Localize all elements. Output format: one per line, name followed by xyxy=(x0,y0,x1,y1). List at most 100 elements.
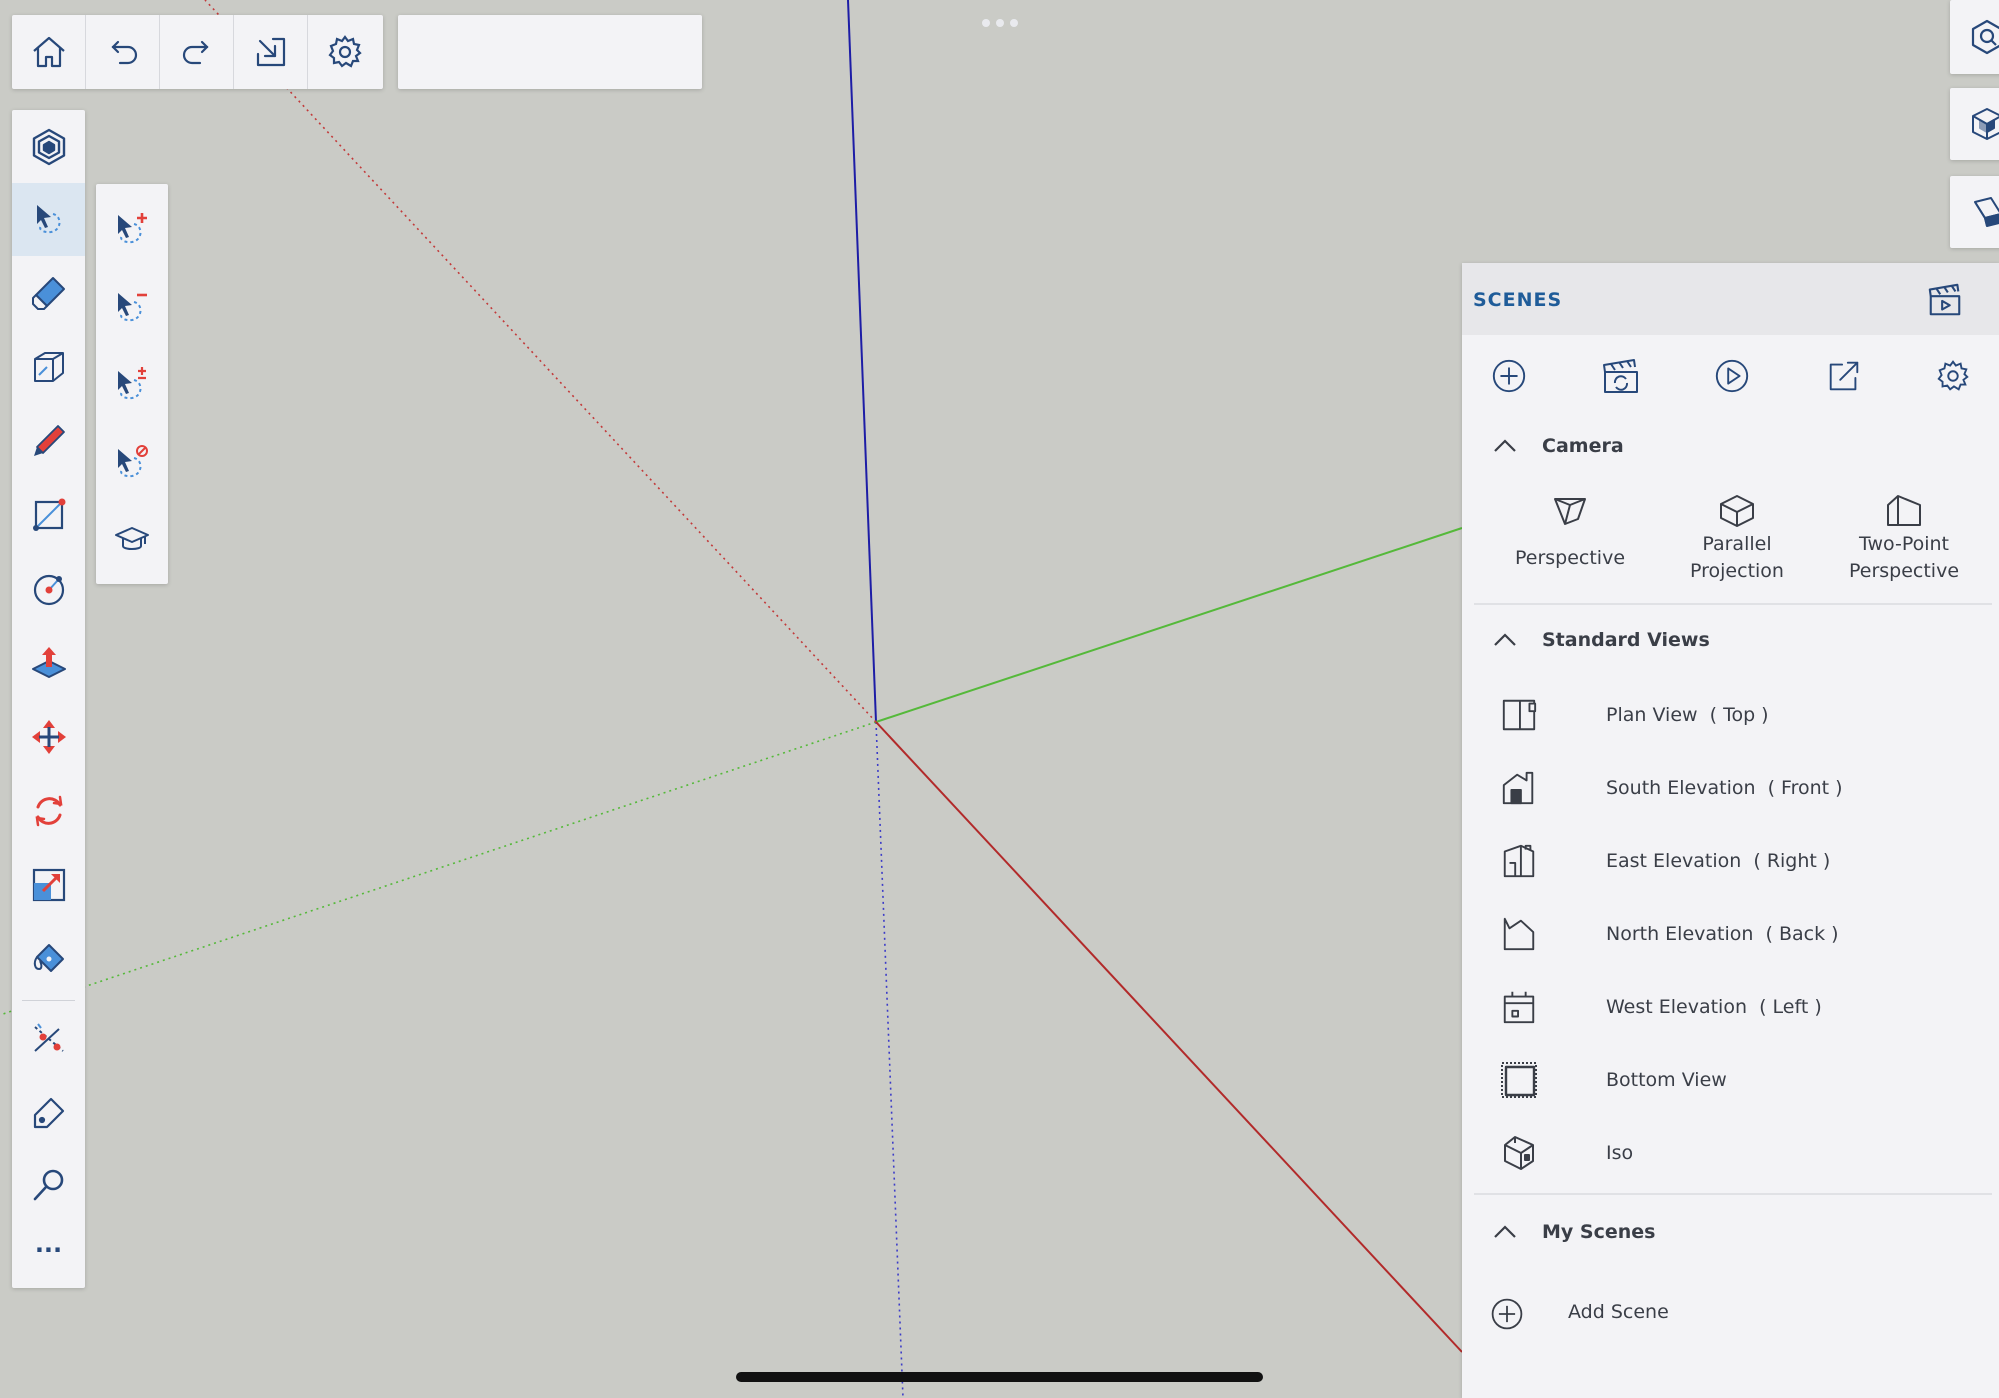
south-elevation-row[interactable]: South Elevation ( Front ) xyxy=(1462,758,1999,818)
select-tool-button[interactable] xyxy=(12,184,85,256)
bottom-view-row[interactable]: Bottom View xyxy=(1462,1050,1999,1110)
section-plane-button[interactable] xyxy=(12,1004,85,1074)
iso-view-row[interactable]: Iso xyxy=(1462,1123,1999,1183)
y-axis-positive xyxy=(875,527,1463,723)
view-navigation-button[interactable] xyxy=(1950,0,1999,74)
east-elevation-row[interactable]: East Elevation ( Right ) xyxy=(1462,831,1999,891)
parallel-projection-label-line2: Projection xyxy=(1690,560,1784,582)
scene-settings-button[interactable] xyxy=(1928,351,1978,401)
select-toggle-button[interactable] xyxy=(96,348,168,418)
home-icon xyxy=(32,36,65,68)
z-axis-positive xyxy=(847,0,877,723)
object-info-icon xyxy=(32,128,65,166)
search-icon xyxy=(33,1169,63,1201)
north-elevation-label: North Elevation ( Back ) xyxy=(1606,923,1839,945)
search-box[interactable] xyxy=(398,15,702,89)
select-add-button[interactable] xyxy=(96,192,168,262)
scenes-panel-button[interactable] xyxy=(1925,280,1965,320)
y-axis-negative xyxy=(0,721,877,1016)
standard-views-section-header[interactable]: Standard Views xyxy=(1490,620,1710,660)
add-scene-action-button[interactable] xyxy=(1484,351,1534,401)
east-elevation-label: East Elevation ( Right ) xyxy=(1606,850,1831,872)
instructor-icon xyxy=(115,527,149,550)
rotate-tool-button[interactable] xyxy=(12,776,85,846)
standard-views-section-label: Standard Views xyxy=(1542,629,1710,651)
z-axis-negative xyxy=(875,721,904,1398)
export-scene-button[interactable] xyxy=(1819,351,1869,401)
redo-icon xyxy=(182,40,209,65)
select-icon xyxy=(36,205,60,234)
object-info-button[interactable] xyxy=(12,112,85,182)
plan-view-row[interactable]: Plan View ( Top ) xyxy=(1462,685,1999,745)
scale-tool-button[interactable] xyxy=(12,850,85,920)
north-elevation-row[interactable]: North Elevation ( Back ) xyxy=(1462,904,1999,964)
scenes-header: SCENES xyxy=(1462,263,1999,335)
parallel-projection-option[interactable]: Parallel Projection xyxy=(1652,491,1822,591)
circle-tool-button[interactable] xyxy=(12,554,85,624)
rectangle-tool-button[interactable] xyxy=(12,480,85,550)
paint-bucket-button[interactable] xyxy=(12,924,85,994)
perspective-option[interactable]: Perspective xyxy=(1485,491,1655,591)
left-toolbar-tools: ··· xyxy=(12,110,85,1288)
tag-tool-button[interactable] xyxy=(12,1078,85,1148)
bottom-view-label: Bottom View xyxy=(1606,1069,1727,1091)
perspective-label: Perspective xyxy=(1514,547,1626,569)
toolbar-separator xyxy=(22,1000,75,1001)
south-elevation-icon xyxy=(1502,771,1534,805)
select-none-button[interactable] xyxy=(96,426,168,496)
home-indicator[interactable] xyxy=(736,1372,1263,1382)
pencil-tool-button[interactable] xyxy=(12,406,85,476)
move-icon xyxy=(31,720,66,754)
gear-icon xyxy=(1937,360,1969,391)
scenes-title: SCENES xyxy=(1473,289,1563,311)
push-pull-button[interactable] xyxy=(12,628,85,698)
grabber-handle[interactable] xyxy=(982,18,1018,28)
x-axis-positive xyxy=(875,721,1463,1353)
west-elevation-label: West Elevation ( Left ) xyxy=(1606,996,1822,1018)
section-plane-icon xyxy=(33,1023,64,1052)
move-tool-button[interactable] xyxy=(12,702,85,772)
two-point-perspective-label-line1: Two-Point xyxy=(1858,533,1949,555)
undo-icon xyxy=(110,40,137,65)
iso-view-label: Iso xyxy=(1606,1142,1634,1164)
section-divider xyxy=(1474,603,1992,605)
parallel-projection-icon xyxy=(1720,495,1754,527)
two-point-perspective-icon xyxy=(1887,495,1921,526)
camera-section-header[interactable]: Camera xyxy=(1490,426,1624,466)
eraser-tool-button[interactable] xyxy=(12,258,85,328)
instructor-button[interactable] xyxy=(96,504,168,574)
circle-icon xyxy=(33,574,64,606)
more-tools-button[interactable]: ··· xyxy=(12,1220,85,1280)
undo-button[interactable] xyxy=(86,15,160,89)
chevron-up-icon xyxy=(1490,625,1520,655)
plan-view-label: Plan View ( Top ) xyxy=(1606,704,1769,726)
update-scene-icon xyxy=(1603,359,1638,393)
tape-measure-icon xyxy=(33,352,64,382)
tag-icon xyxy=(33,1097,64,1129)
import-icon xyxy=(256,37,285,67)
eraser-icon xyxy=(31,277,65,310)
settings-button[interactable] xyxy=(308,15,382,89)
my-scenes-section-header[interactable]: My Scenes xyxy=(1490,1212,1655,1252)
add-scene-label: Add Scene xyxy=(1568,1301,1669,1323)
home-button[interactable] xyxy=(12,15,86,89)
west-elevation-row[interactable]: West Elevation ( Left ) xyxy=(1462,977,1999,1037)
search-tool-button[interactable] xyxy=(12,1150,85,1220)
my-scenes-section-label: My Scenes xyxy=(1542,1221,1656,1243)
import-button[interactable] xyxy=(234,15,308,89)
tape-measure-button[interactable] xyxy=(12,332,85,402)
update-scene-button[interactable] xyxy=(1596,351,1646,401)
two-point-perspective-option[interactable]: Two-Point Perspective xyxy=(1819,491,1989,591)
bottom-view-icon xyxy=(1501,1062,1537,1098)
add-scene-row[interactable]: Add Scene xyxy=(1462,1285,1999,1345)
components-button[interactable] xyxy=(1950,88,1999,160)
east-elevation-icon xyxy=(1503,844,1535,878)
add-icon xyxy=(1492,359,1526,393)
push-pull-icon xyxy=(31,647,66,678)
redo-button[interactable] xyxy=(160,15,234,89)
select-flyout xyxy=(96,184,168,584)
select-subtract-button[interactable] xyxy=(96,270,168,340)
camera-section-label: Camera xyxy=(1542,435,1624,457)
materials-button[interactable] xyxy=(1950,176,1999,248)
play-scenes-button[interactable] xyxy=(1707,351,1757,401)
